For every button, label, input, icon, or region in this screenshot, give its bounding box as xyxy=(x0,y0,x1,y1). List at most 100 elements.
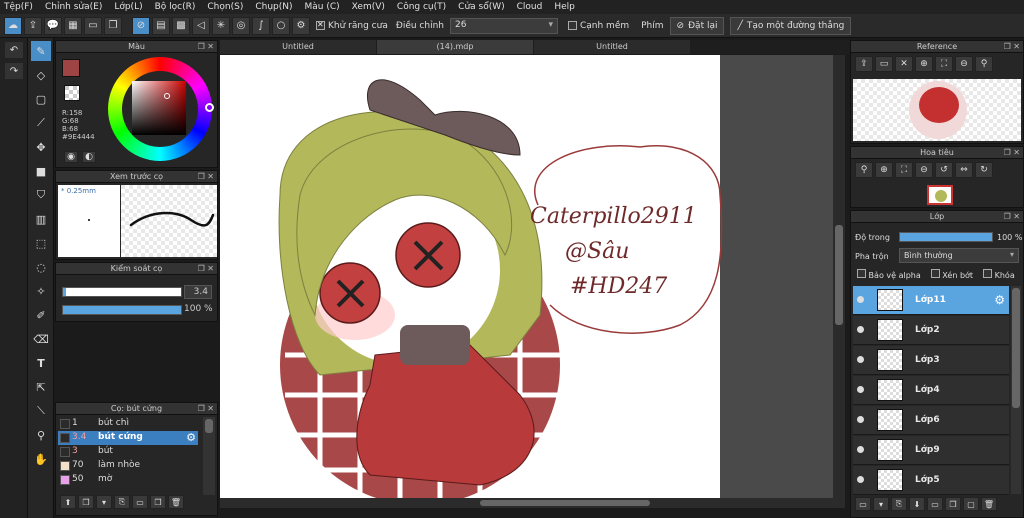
visibility-eye-icon[interactable] xyxy=(857,356,864,363)
layer-row[interactable]: Lớp4 xyxy=(853,376,1009,405)
magic-wand-tool-icon[interactable]: ✧ xyxy=(31,281,51,301)
adjust-select[interactable]: 26 xyxy=(449,17,558,34)
antialias-checkbox[interactable] xyxy=(316,20,325,30)
layer-list-scrollbar[interactable] xyxy=(1011,286,1021,494)
artwork-canvas[interactable]: Caterpillo2911 @Sâu #HD247 xyxy=(220,55,845,505)
protect-alpha-checkbox[interactable] xyxy=(857,269,866,278)
layer-copy-icon[interactable]: ❐ xyxy=(104,16,122,35)
lasso-tool-icon[interactable]: ◌ xyxy=(31,257,51,277)
new-layer-menu-icon[interactable]: ▾ xyxy=(873,497,889,511)
tab-untitled-1[interactable]: Untitled xyxy=(220,40,376,54)
lock-toggle[interactable]: Khóa xyxy=(983,269,1015,280)
perspective-snap-icon[interactable]: ◁ xyxy=(192,16,210,35)
parallel-snap-icon[interactable]: ▤ xyxy=(152,16,170,35)
operation-tool-icon[interactable]: ⇱ xyxy=(31,377,51,397)
visibility-eye-icon[interactable] xyxy=(857,446,864,453)
straight-line-button[interactable]: ╱ Tạo một đường thẳng xyxy=(730,16,852,35)
menu-filter[interactable]: Bộ lọc(R) xyxy=(155,2,196,12)
visibility-eye-icon[interactable] xyxy=(857,296,864,303)
eyedropper-tool-icon[interactable]: ⚲ xyxy=(31,425,51,445)
menu-color[interactable]: Màu (C) xyxy=(305,2,340,12)
reference-zoom-in-icon[interactable]: ⊕ xyxy=(915,56,933,72)
copy-layer-icon[interactable]: ⎘ xyxy=(891,497,907,511)
brush-duplicate-icon[interactable]: ❒ xyxy=(150,495,166,509)
move-tool-icon[interactable]: ✥ xyxy=(31,137,51,157)
export-icon[interactable]: ⇪ xyxy=(24,16,42,35)
nav-flip-icon[interactable]: ⇔ xyxy=(955,162,973,178)
select-rect-tool-icon[interactable]: ⬚ xyxy=(31,233,51,253)
menu-tools[interactable]: Công cụ(T) xyxy=(397,2,446,12)
grid-snap-icon[interactable]: ▩ xyxy=(172,16,190,35)
menu-capture[interactable]: Chụp(N) xyxy=(255,2,292,12)
brush-item[interactable]: 70 làm nhòe xyxy=(58,459,198,473)
reset-button[interactable]: ⊘ Đặt lại xyxy=(669,16,725,35)
foreground-color-swatch[interactable] xyxy=(62,59,80,77)
reference-zoom-out-icon[interactable]: ⊖ xyxy=(955,56,973,72)
reference-open-icon[interactable]: ▭ xyxy=(875,56,893,72)
menu-window[interactable]: Cửa sổ(W) xyxy=(458,2,504,12)
color-mode-icon[interactable]: ◉ xyxy=(64,151,78,163)
menu-select[interactable]: Chọn(S) xyxy=(207,2,243,12)
divide-tool-icon[interactable]: ⟍ xyxy=(31,401,51,421)
visibility-eye-icon[interactable] xyxy=(857,476,864,483)
nav-zoom-icon[interactable]: ⚲ xyxy=(855,162,873,178)
layer-row[interactable]: Lớp9 xyxy=(853,436,1009,465)
canvas-viewport[interactable]: Caterpillo2911 @Sâu #HD247 xyxy=(220,55,845,505)
layer-row[interactable]: Lớp2 xyxy=(853,316,1009,345)
brush-item[interactable]: 1 bút chì xyxy=(58,417,198,431)
antialias-toggle[interactable]: Khử răng cưa xyxy=(316,20,388,31)
cloud-icon[interactable]: ☁ xyxy=(4,16,22,35)
nav-rotate-left-icon[interactable]: ↺ xyxy=(935,162,953,178)
layer-row[interactable]: Lớp3 xyxy=(853,346,1009,375)
brush-copy-icon[interactable]: ⎘ xyxy=(114,495,130,509)
visibility-eye-icon[interactable] xyxy=(857,326,864,333)
select-eraser-tool-icon[interactable]: ⌫ xyxy=(31,329,51,349)
menu-edit[interactable]: Chỉnh sửa(E) xyxy=(45,2,102,12)
brush-settings-gear-icon[interactable]: ⚙ xyxy=(186,431,196,444)
brush-new-icon[interactable]: ⬆ xyxy=(60,495,76,509)
soft-edge-toggle[interactable]: Cạnh mềm xyxy=(567,21,629,31)
brush-size-value[interactable]: 3.4 xyxy=(184,285,212,299)
chat-icon[interactable]: 💬 xyxy=(44,16,62,35)
brush-folder-icon[interactable]: ▭ xyxy=(132,495,148,509)
shape-tool-icon[interactable]: ▢ xyxy=(31,89,51,109)
delete-layer-icon[interactable]: 🗑 xyxy=(981,497,997,511)
duplicate-layer-icon[interactable]: ❒ xyxy=(945,497,961,511)
tab-mdp-file[interactable]: (14).mdp xyxy=(377,40,533,54)
blend-mode-select[interactable]: Bình thường ▾ xyxy=(899,248,1019,263)
layer-opacity-slider[interactable] xyxy=(899,232,993,242)
nav-zoom-out-icon[interactable]: ⊖ xyxy=(915,162,933,178)
layer-row-selected[interactable]: Lớp11 ⚙ xyxy=(853,286,1009,315)
fill-rect-tool-icon[interactable]: ■ xyxy=(31,161,51,181)
brush-opacity-slider[interactable] xyxy=(62,305,182,315)
redo-icon[interactable]: ↷ xyxy=(4,62,24,80)
brush-size-slider[interactable] xyxy=(62,287,182,297)
text-tool-icon[interactable]: T xyxy=(31,353,51,373)
menu-help[interactable]: Help xyxy=(554,2,575,12)
hue-marker[interactable] xyxy=(205,103,214,112)
bucket-tool-icon[interactable]: ⛉ xyxy=(31,185,51,205)
color-history-icon[interactable]: ◐ xyxy=(82,151,96,163)
visibility-eye-icon[interactable] xyxy=(857,416,864,423)
reference-upload-icon[interactable]: ⇪ xyxy=(855,56,873,72)
no-snap-icon[interactable]: ⊘ xyxy=(132,16,150,35)
canvas-vertical-scrollbar[interactable] xyxy=(833,55,845,498)
gradient-tool-icon[interactable]: ▥ xyxy=(31,209,51,229)
new-layer-icon[interactable]: ▭ xyxy=(855,497,871,511)
soft-edge-checkbox[interactable] xyxy=(567,21,577,30)
brush-tool-icon[interactable]: ⟋ xyxy=(31,113,51,133)
pen-tool-icon[interactable]: ✎ xyxy=(31,41,51,61)
undo-icon[interactable]: ↶ xyxy=(4,41,24,59)
reference-close-icon[interactable]: ✕ xyxy=(895,56,913,72)
tab-untitled-2[interactable]: Untitled xyxy=(534,40,690,54)
brush-delete-icon[interactable]: 🗑 xyxy=(168,495,184,509)
hue-wheel[interactable] xyxy=(108,57,214,161)
layer-settings-gear-icon[interactable]: ⚙ xyxy=(994,293,1005,307)
curve-snap-icon[interactable]: ∫ xyxy=(252,16,270,35)
menu-cloud[interactable]: Cloud xyxy=(517,2,543,12)
select-pen-tool-icon[interactable]: ✐ xyxy=(31,305,51,325)
saturation-value-square[interactable] xyxy=(132,81,186,135)
clear-layer-icon[interactable]: ▢ xyxy=(963,497,979,511)
brush-item[interactable]: 50 mờ xyxy=(58,473,198,487)
concentric-snap-icon[interactable]: ◎ xyxy=(232,16,250,35)
